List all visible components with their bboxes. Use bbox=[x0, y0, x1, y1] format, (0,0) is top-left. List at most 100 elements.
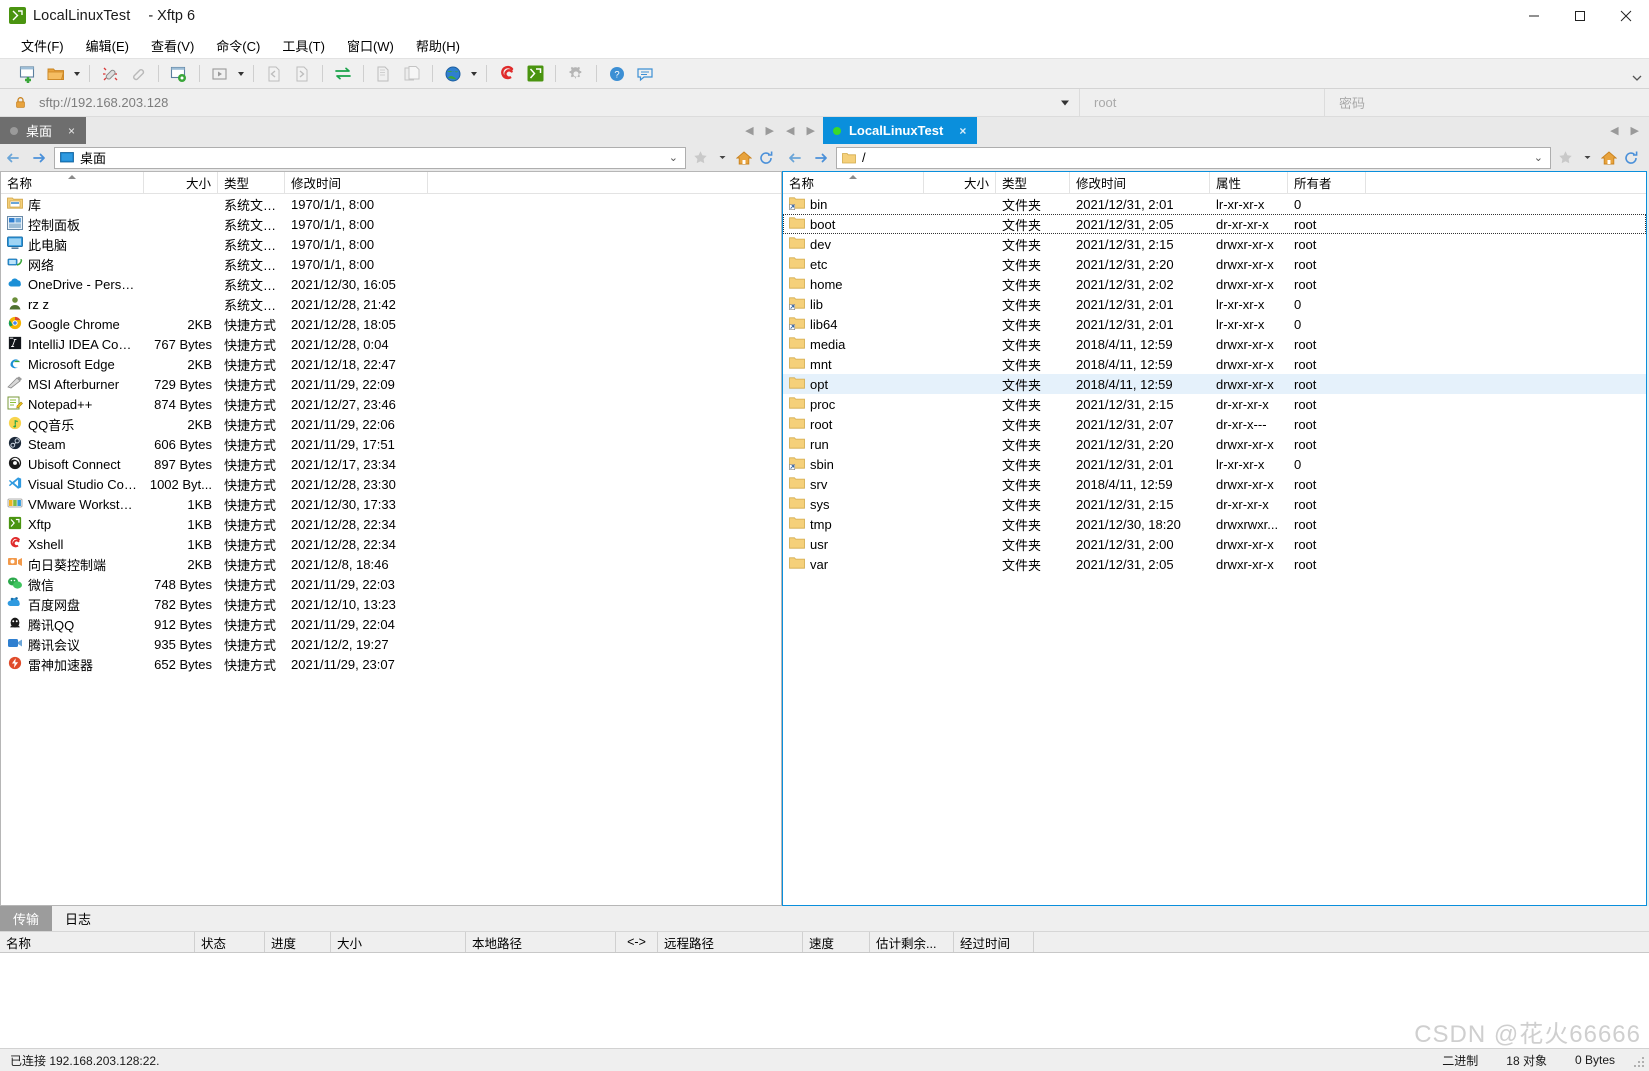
tab-log[interactable]: 日志 bbox=[52, 906, 104, 931]
local-back-icon[interactable] bbox=[2, 147, 24, 169]
remote-list-item[interactable]: etc 文件夹 2021/12/31, 2:20 drwxr-xr-x root bbox=[783, 254, 1646, 274]
username-input[interactable]: root bbox=[1080, 89, 1325, 116]
remote-list-item[interactable]: lib64 文件夹 2021/12/31, 2:01 lr-xr-xr-x 0 bbox=[783, 314, 1646, 334]
remote-list-item[interactable]: root 文件夹 2021/12/31, 2:07 dr-xr-x--- root bbox=[783, 414, 1646, 434]
remote-list-item[interactable]: proc 文件夹 2021/12/31, 2:15 dr-xr-xr-x root bbox=[783, 394, 1646, 414]
remote-tab-scroll-right[interactable]: ◀ ▶ bbox=[1610, 117, 1647, 144]
feedback-icon[interactable] bbox=[631, 61, 659, 86]
local-list-item[interactable]: Xftp 1KB 快捷方式 2021/12/28, 22:34 bbox=[1, 514, 781, 534]
xfer-col-speed[interactable]: 速度 bbox=[803, 932, 870, 952]
local-list-item[interactable]: 控制面板 系统文件夹 1970/1/1, 8:00 bbox=[1, 214, 781, 234]
local-path-dropdown-icon[interactable]: ⌄ bbox=[669, 151, 678, 164]
tab-scroll-left-icon[interactable]: ◀ bbox=[1610, 124, 1618, 137]
xfer-col-localpath[interactable]: 本地路径 bbox=[466, 932, 616, 952]
xshell-icon[interactable] bbox=[493, 61, 521, 86]
local-col-name[interactable]: 名称 bbox=[1, 172, 144, 193]
remote-tab-locallinuxtest[interactable]: LocalLinuxTest × bbox=[822, 117, 978, 144]
remote-list-item[interactable]: home 文件夹 2021/12/31, 2:02 drwxr-xr-x root bbox=[783, 274, 1646, 294]
remote-col-owner[interactable]: 所有者 bbox=[1288, 172, 1366, 193]
open-folder-dropdown-icon[interactable] bbox=[70, 61, 83, 86]
remote-list-item[interactable]: bin 文件夹 2021/12/31, 2:01 lr-xr-xr-x 0 bbox=[783, 194, 1646, 214]
local-list-body[interactable]: 库系统文件夹 1970/1/1, 8:00 控制面板 系统文件夹 1970/1/1, 8… bbox=[1, 194, 781, 905]
local-path-input[interactable]: 桌面 ⌄ bbox=[54, 146, 686, 169]
local-list-item[interactable]: 微信 748 Bytes 快捷方式 2021/11/29, 22:03 bbox=[1, 574, 781, 594]
xfer-col-size[interactable]: 大小 bbox=[331, 932, 466, 952]
remote-list-item[interactable]: opt 文件夹 2018/4/11, 12:59 drwxr-xr-x root bbox=[783, 374, 1646, 394]
tab-scroll-left-icon[interactable]: ◀ bbox=[786, 124, 794, 137]
xfer-col-eta[interactable]: 估计剩余... bbox=[870, 932, 954, 952]
local-col-time[interactable]: 修改时间 bbox=[285, 172, 428, 193]
local-home-icon[interactable] bbox=[734, 147, 754, 169]
globe-icon[interactable] bbox=[439, 61, 467, 86]
sync-transfer-icon[interactable] bbox=[329, 61, 357, 86]
menu-help[interactable]: 帮助(H) bbox=[405, 34, 471, 57]
resize-grip-icon[interactable] bbox=[1629, 1052, 1645, 1068]
menu-command[interactable]: 命令(C) bbox=[205, 34, 271, 57]
run-dropdown-icon[interactable] bbox=[234, 61, 247, 86]
local-list-item[interactable]: 腾讯会议 935 Bytes 快捷方式 2021/12/2, 19:27 bbox=[1, 634, 781, 654]
remote-list-item[interactable]: run 文件夹 2021/12/31, 2:20 drwxr-xr-x root bbox=[783, 434, 1646, 454]
new-session-icon[interactable] bbox=[14, 61, 42, 86]
xfer-col-elapsed[interactable]: 经过时间 bbox=[954, 932, 1034, 952]
local-list-item[interactable]: Notepad++ 874 Bytes 快捷方式 2021/12/27, 23:46 bbox=[1, 394, 781, 414]
password-input[interactable]: 密码 bbox=[1325, 89, 1649, 116]
remote-col-time[interactable]: 修改时间 bbox=[1070, 172, 1210, 193]
local-list-item[interactable]: OneDrive - Personal 系统文件夹 2021/12/30, 16:0… bbox=[1, 274, 781, 294]
remote-file-list[interactable]: 名称 大小 类型 修改时间 属性 所有者 bin 文件夹 2021/12/31, 2… bbox=[782, 171, 1647, 906]
reconnect-icon[interactable] bbox=[124, 61, 152, 86]
remote-list-item[interactable]: lib 文件夹 2021/12/31, 2:01 lr-xr-xr-x 0 bbox=[783, 294, 1646, 314]
remote-col-name[interactable]: 名称 bbox=[783, 172, 924, 193]
run-icon[interactable] bbox=[206, 61, 234, 86]
disconnect-icon[interactable] bbox=[96, 61, 124, 86]
menu-view[interactable]: 查看(V) bbox=[140, 34, 205, 57]
local-list-item[interactable]: VMware Workstati... 1KB 快捷方式 2021/12/30, 17… bbox=[1, 494, 781, 514]
remote-list-item[interactable]: sys 文件夹 2021/12/31, 2:15 dr-xr-xr-x root bbox=[783, 494, 1646, 514]
menu-window[interactable]: 窗口(W) bbox=[336, 34, 405, 57]
local-list-item[interactable]: Google Chrome 2KB 快捷方式 2021/12/28, 18:05 bbox=[1, 314, 781, 334]
remote-list-item[interactable]: usr 文件夹 2021/12/31, 2:00 drwxr-xr-x root bbox=[783, 534, 1646, 554]
local-list-item[interactable]: Visual Studio Code 1002 Byt... 快捷方式 2021/12… bbox=[1, 474, 781, 494]
local-list-item[interactable]: Xshell 1KB 快捷方式 2021/12/28, 22:34 bbox=[1, 534, 781, 554]
paste-icon[interactable] bbox=[398, 61, 426, 86]
local-list-item[interactable]: MSI Afterburner 729 Bytes 快捷方式 2021/11/29, … bbox=[1, 374, 781, 394]
xfer-col-direction[interactable]: <-> bbox=[616, 932, 658, 952]
url-input[interactable]: sftp://192.168.203.128 bbox=[0, 89, 1080, 116]
menu-edit[interactable]: 编辑(E) bbox=[75, 34, 140, 57]
xfer-col-progress[interactable]: 进度 bbox=[265, 932, 331, 952]
local-bookmark-dropdown-icon[interactable] bbox=[712, 147, 732, 169]
remote-tab-scroll[interactable]: ◀ ▶ bbox=[782, 117, 823, 144]
remote-list-item[interactable]: dev 文件夹 2021/12/31, 2:15 drwxr-xr-x root bbox=[783, 234, 1646, 254]
local-list-item[interactable]: QQ音乐 2KB 快捷方式 2021/11/29, 22:06 bbox=[1, 414, 781, 434]
menu-file[interactable]: 文件(F) bbox=[10, 34, 75, 57]
remote-forward-icon[interactable] bbox=[810, 147, 832, 169]
tab-scroll-right-icon[interactable]: ▶ bbox=[806, 124, 814, 137]
local-forward-icon[interactable] bbox=[28, 147, 50, 169]
xfer-col-name[interactable]: 名称 bbox=[0, 932, 195, 952]
xfer-col-status[interactable]: 状态 bbox=[195, 932, 265, 952]
copy-icon[interactable] bbox=[370, 61, 398, 86]
remote-col-size[interactable]: 大小 bbox=[924, 172, 996, 193]
remote-list-item[interactable]: boot 文件夹 2021/12/31, 2:05 dr-xr-xr-x root bbox=[783, 214, 1646, 234]
remote-list-item[interactable]: srv 文件夹 2018/4/11, 12:59 drwxr-xr-x root bbox=[783, 474, 1646, 494]
globe-dropdown-icon[interactable] bbox=[467, 61, 480, 86]
local-col-type[interactable]: 类型 bbox=[218, 172, 285, 193]
menu-tools[interactable]: 工具(T) bbox=[271, 34, 336, 57]
local-list-item[interactable]: 库 系统文件夹 1970/1/1, 8:00 bbox=[1, 194, 781, 214]
tab-scroll-right-icon[interactable]: ▶ bbox=[1631, 124, 1639, 137]
local-list-item[interactable]: 向日葵控制端 2KB 快捷方式 2021/12/8, 18:46 bbox=[1, 554, 781, 574]
local-list-item[interactable]: Microsoft Edge 2KB 快捷方式 2021/12/18, 22:47 bbox=[1, 354, 781, 374]
local-tab-scroll[interactable]: ◀ ▶ bbox=[745, 117, 782, 144]
remote-bookmark-icon[interactable] bbox=[1555, 147, 1575, 169]
local-list-item[interactable]: rz z 系统文件夹 2021/12/28, 21:42 bbox=[1, 294, 781, 314]
tab-transfer[interactable]: 传输 bbox=[0, 906, 53, 931]
maximize-icon[interactable] bbox=[1557, 0, 1603, 32]
local-refresh-icon[interactable] bbox=[756, 147, 776, 169]
local-list-item[interactable]: Ubisoft Connect 897 Bytes 快捷方式 2021/12/17, … bbox=[1, 454, 781, 474]
local-col-size[interactable]: 大小 bbox=[144, 172, 218, 193]
local-list-item[interactable]: Steam 606 Bytes 快捷方式 2021/11/29, 17:51 bbox=[1, 434, 781, 454]
gear-icon[interactable] bbox=[562, 61, 590, 86]
remote-path-input[interactable]: / ⌄ bbox=[836, 146, 1551, 169]
remote-back-icon[interactable] bbox=[784, 147, 806, 169]
local-list-item[interactable]: 腾讯QQ 912 Bytes 快捷方式 2021/11/29, 22:04 bbox=[1, 614, 781, 634]
toolbar-overflow-icon[interactable] bbox=[1631, 71, 1643, 86]
